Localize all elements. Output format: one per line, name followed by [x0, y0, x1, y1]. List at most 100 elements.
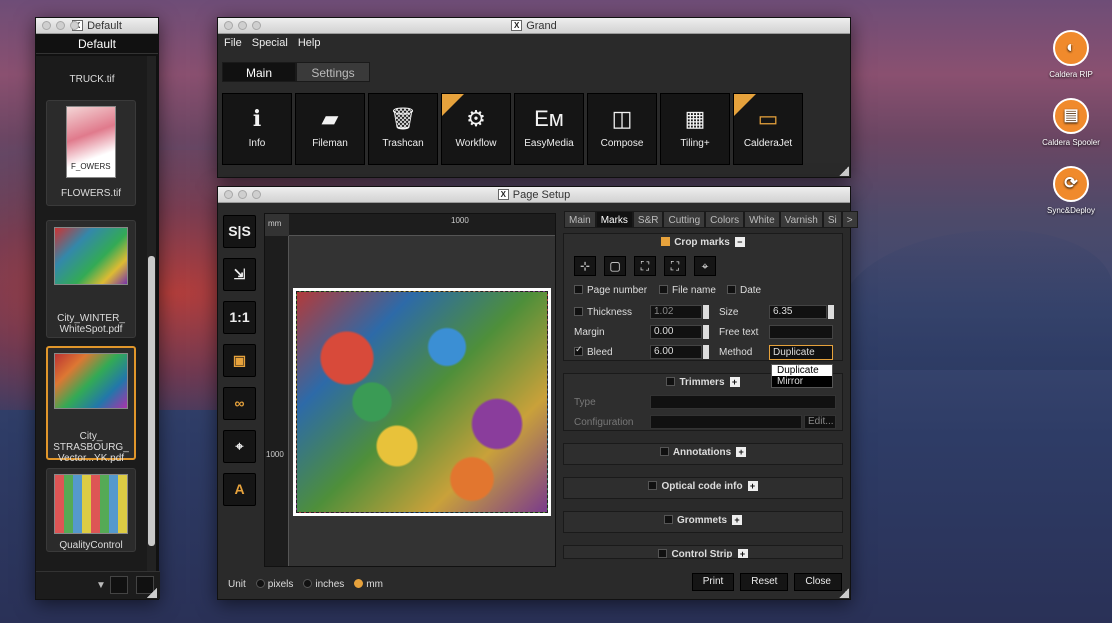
scrollbar-thumb[interactable]	[148, 256, 155, 546]
file-list[interactable]: TRUCK.tif F_OWERS FLOWERS.tif City_WINTE…	[36, 56, 148, 586]
annotations-section[interactable]: Annotations +	[563, 443, 843, 465]
checkbox[interactable]	[659, 447, 669, 456]
menu-help[interactable]: Help	[298, 34, 321, 52]
close-button[interactable]	[42, 21, 51, 30]
actual-size-icon[interactable]: 1:1	[223, 301, 256, 334]
tab-colors[interactable]: Colors	[705, 211, 745, 228]
default-titlebar[interactable]: XDefault	[36, 18, 158, 34]
stepper[interactable]	[703, 305, 709, 319]
frame-icon[interactable]: ▣	[223, 344, 256, 377]
control-strip-section[interactable]: Control Strip +	[563, 545, 843, 559]
import-icon[interactable]	[110, 576, 128, 594]
dropdown-arrow-icon[interactable]: ▼	[96, 580, 106, 591]
grommets-section[interactable]: Grommets +	[563, 511, 843, 533]
close-button[interactable]	[224, 190, 233, 199]
free-text-input[interactable]	[769, 325, 833, 339]
registration-icon[interactable]: ⌖	[694, 256, 716, 276]
section-header[interactable]: Control Strip +	[564, 546, 842, 558]
menu-special[interactable]: Special	[252, 34, 288, 52]
thickness-option[interactable]: Thickness	[574, 306, 650, 318]
page-setup-titlebar[interactable]: X Page Setup	[218, 187, 850, 203]
list-item[interactable]: QualityControl	[46, 468, 136, 552]
reset-button[interactable]: Reset	[740, 573, 789, 591]
desktop-icon-sync-deploy[interactable]: ⟳ Sync&Deploy	[1026, 166, 1112, 215]
tool-tiling[interactable]: ▦ Tiling+	[660, 93, 730, 165]
scrollbar[interactable]	[147, 56, 156, 586]
trimmers-checkbox[interactable]	[666, 377, 676, 386]
fit-icon[interactable]: ⇲	[223, 258, 256, 291]
thickness-input[interactable]: 1.02	[650, 305, 702, 319]
minimize-button[interactable]	[238, 190, 247, 199]
tool-workflow[interactable]: ⚙ Workflow	[441, 93, 511, 165]
edit-button[interactable]: Edit...	[804, 415, 836, 429]
tab-varnish[interactable]: Varnish	[779, 211, 823, 228]
expand-button[interactable]: +	[729, 377, 740, 387]
tool-fileman[interactable]: ▰ Fileman	[295, 93, 365, 165]
size-input[interactable]: 6.35	[769, 305, 827, 319]
bleed-input[interactable]: 6.00	[650, 345, 702, 359]
minimize-button[interactable]	[56, 21, 65, 30]
unit-option-mm[interactable]: mm	[354, 579, 383, 590]
grand-titlebar[interactable]: X Grand	[218, 18, 850, 34]
tab-main[interactable]: Main	[564, 211, 596, 228]
close-button[interactable]	[224, 21, 233, 30]
margin-input[interactable]: 0.00	[650, 325, 702, 339]
list-item[interactable]: F_OWERS FLOWERS.tif	[46, 100, 136, 206]
corner-marks-icon[interactable]: ⛶	[634, 256, 656, 276]
bleed-option[interactable]: Bleed	[574, 344, 650, 358]
resize-grip[interactable]	[147, 588, 157, 598]
artboard[interactable]	[293, 288, 551, 516]
section-header[interactable]: Grommets +	[564, 512, 842, 530]
page-number-option[interactable]: Page number	[574, 284, 659, 296]
checkbox[interactable]	[648, 481, 658, 490]
list-item[interactable]: City_WINTER_ WhiteSpot.pdf	[46, 220, 136, 338]
split-view-icon[interactable]: S|S	[223, 215, 256, 248]
minimize-button[interactable]	[238, 21, 247, 30]
section-header[interactable]: Optical code info +	[564, 478, 842, 496]
section-header[interactable]: Crop marks −	[564, 234, 842, 252]
tab-white[interactable]: White	[744, 211, 780, 228]
menu-item-duplicate[interactable]: Duplicate	[772, 365, 832, 376]
stepper[interactable]	[828, 305, 834, 319]
menu-item-mirror[interactable]: Mirror	[772, 376, 832, 387]
list-item-selected[interactable]: City_ STRASBOURG_ Vector...YK.pdf	[46, 346, 136, 464]
expand-button[interactable]: +	[732, 515, 742, 525]
date-option[interactable]: Date	[727, 284, 761, 296]
zoom-button[interactable]	[252, 190, 261, 199]
crop-inner-icon[interactable]: ⊹	[574, 256, 596, 276]
optical-code-section[interactable]: Optical code info +	[563, 477, 843, 499]
unit-option-inches[interactable]: inches	[303, 579, 344, 590]
type-select[interactable]	[650, 395, 836, 409]
collapse-button[interactable]: −	[734, 237, 745, 247]
link-icon[interactable]: ∞	[223, 387, 256, 420]
tool-compose[interactable]: ◫ Compose	[587, 93, 657, 165]
zoom-button[interactable]	[252, 21, 261, 30]
resize-grip[interactable]	[839, 588, 849, 598]
tab-settings[interactable]: Settings	[296, 62, 370, 82]
stepper[interactable]	[703, 325, 709, 339]
method-select[interactable]: Duplicate	[769, 344, 833, 360]
preview-canvas[interactable]: 1000 1000 mm	[264, 213, 556, 567]
desktop-icon-caldera-rip[interactable]: ◐ Caldera RIP	[1026, 30, 1112, 79]
crop-marks-checkbox[interactable]	[661, 237, 671, 246]
tab-scroll-right[interactable]: >	[841, 211, 858, 228]
tab-si[interactable]: Si	[822, 211, 842, 228]
list-item-label[interactable]: TRUCK.tif	[36, 56, 148, 100]
tool-info[interactable]: i Info	[222, 93, 292, 165]
tab-main[interactable]: Main	[222, 62, 296, 82]
frame-outline-icon[interactable]: ▢	[604, 256, 626, 276]
section-header[interactable]: Annotations +	[564, 444, 842, 462]
stepper[interactable]	[703, 345, 709, 359]
text-tool-icon[interactable]: A	[223, 473, 256, 506]
checkbox[interactable]	[663, 515, 673, 524]
menu-file[interactable]: File	[224, 34, 242, 52]
tool-calderajet[interactable]: ▭ CalderaJet	[733, 93, 803, 165]
tool-trashcan[interactable]: 🗑 Trashcan	[368, 93, 438, 165]
file-name-option[interactable]: File name	[659, 284, 727, 296]
unit-option-pixels[interactable]: pixels	[255, 579, 293, 590]
tab-sr[interactable]: S&R	[632, 211, 664, 228]
desktop-icon-caldera-spooler[interactable]: ▤ Caldera Spooler	[1026, 98, 1112, 147]
crop-target-icon[interactable]: ⌖	[223, 430, 256, 463]
checkbox[interactable]	[658, 549, 668, 558]
close-dialog-button[interactable]: Close	[794, 573, 842, 591]
